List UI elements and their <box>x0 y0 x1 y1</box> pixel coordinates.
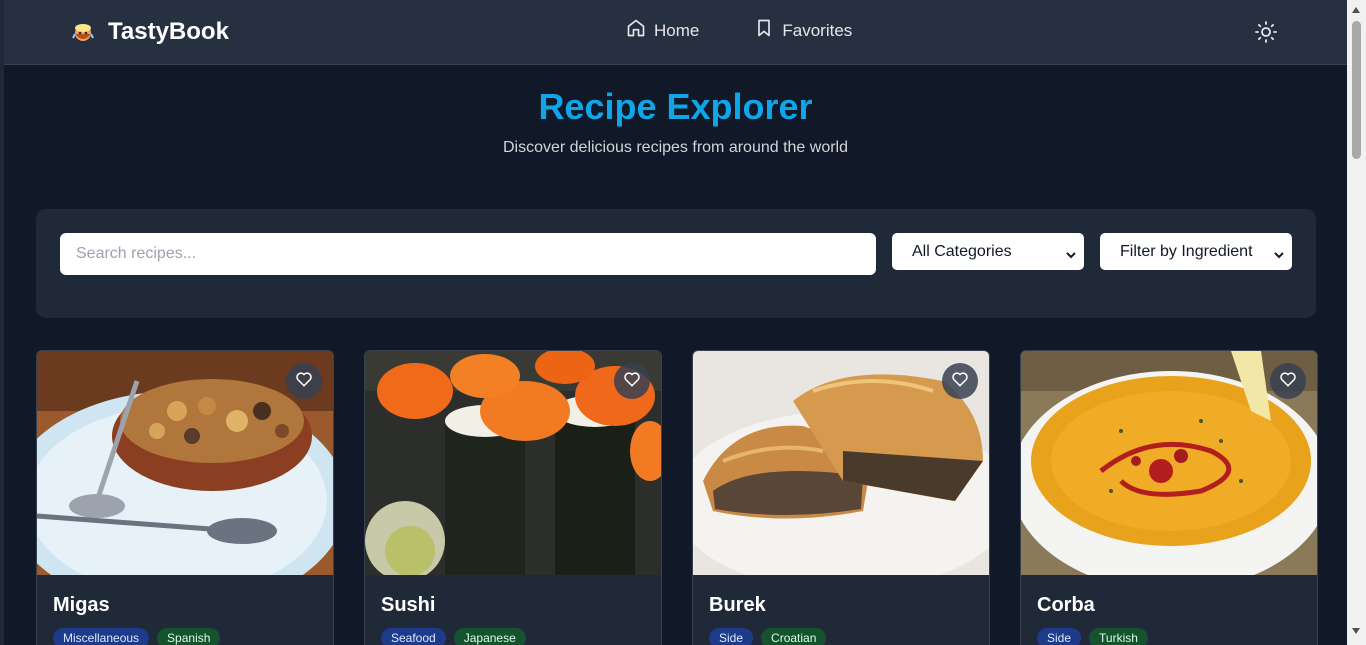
heart-icon <box>623 370 641 393</box>
filter-panel: All Categories Filter by Ingredient <box>36 209 1316 318</box>
scrollbar-thumb[interactable] <box>1352 21 1361 159</box>
chevron-down-icon <box>1066 247 1076 258</box>
home-icon <box>626 18 654 43</box>
category-badge: Seafood <box>381 628 446 645</box>
recipe-tags: Side Turkish <box>1037 628 1148 645</box>
heart-icon <box>295 370 313 393</box>
page-title: Recipe Explorer <box>538 86 813 127</box>
page: TastyBook Home Favorites Recipe Explorer… <box>4 0 1347 645</box>
recipe-title: Burek <box>709 594 766 616</box>
scroll-up-arrow-icon[interactable] <box>1352 7 1360 13</box>
page-subtitle: Discover delicious recipes from around t… <box>502 139 849 156</box>
chevron-down-icon <box>1274 247 1284 258</box>
nav-favorites-link[interactable]: Favorites <box>754 18 852 43</box>
recipe-card[interactable]: Sushi Seafood Japanese <box>364 350 662 645</box>
recipe-title: Sushi <box>381 594 436 616</box>
theme-toggle-button[interactable] <box>1254 20 1278 44</box>
heart-icon <box>951 370 969 393</box>
brand-name: TastyBook <box>108 18 229 45</box>
bookmark-icon <box>754 18 782 43</box>
category-badge: Miscellaneous <box>53 628 150 645</box>
search-input[interactable] <box>60 233 876 275</box>
recipe-card[interactable]: Corba Side Turkish <box>1020 350 1318 645</box>
category-badge: Side <box>1037 628 1082 645</box>
favorite-button[interactable] <box>286 363 322 399</box>
area-badge: Turkish <box>1089 628 1148 645</box>
recipe-card[interactable]: Burek Side Croatian <box>692 350 990 645</box>
category-badge: Side <box>709 628 754 645</box>
ingredient-select[interactable]: Filter by Ingredient <box>1100 233 1292 270</box>
favorite-button[interactable] <box>1270 363 1306 399</box>
category-select[interactable]: All Categories <box>892 233 1084 270</box>
recipe-title: Migas <box>53 594 110 616</box>
nav-home-link[interactable]: Home <box>626 18 699 43</box>
nav-home-label: Home <box>654 20 700 40</box>
brand-link[interactable]: TastyBook <box>70 16 229 48</box>
heart-icon <box>1279 370 1297 393</box>
favorite-button[interactable] <box>614 363 650 399</box>
vertical-scrollbar[interactable] <box>1347 0 1366 645</box>
main-nav: Home Favorites <box>626 18 852 43</box>
sun-icon <box>1254 21 1278 48</box>
nav-favorites-label: Favorites <box>782 20 853 40</box>
area-badge: Japanese <box>453 628 526 645</box>
recipe-tags: Miscellaneous Spanish <box>53 628 221 645</box>
chef-logo-icon <box>70 19 96 45</box>
area-badge: Croatian <box>761 628 827 645</box>
recipe-tags: Seafood Japanese <box>381 628 526 645</box>
scroll-down-arrow-icon[interactable] <box>1352 628 1360 634</box>
recipe-card[interactable]: Migas Miscellaneous Spanish <box>36 350 334 645</box>
navbar: TastyBook Home Favorites <box>4 0 1347 65</box>
category-select-value: All Categories <box>912 242 1012 260</box>
recipe-title: Corba <box>1037 594 1095 616</box>
favorite-button[interactable] <box>942 363 978 399</box>
area-badge: Spanish <box>157 628 221 645</box>
recipe-tags: Side Croatian <box>709 628 827 645</box>
ingredient-select-value: Filter by Ingredient <box>1120 242 1253 260</box>
